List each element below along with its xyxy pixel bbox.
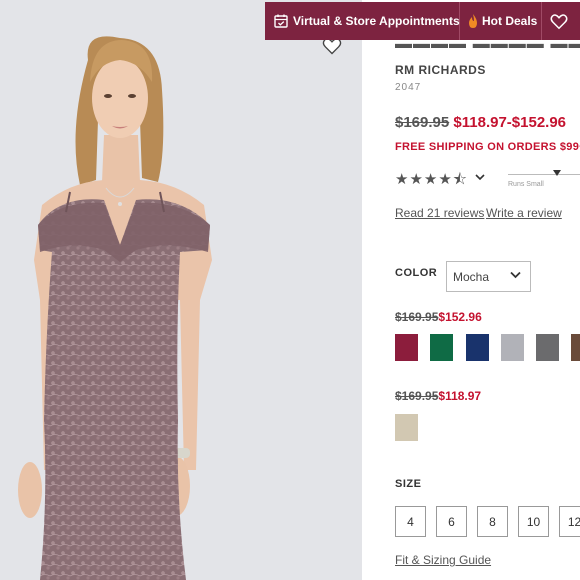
fit-sizing-guide-link[interactable]: Fit & Sizing Guide <box>395 553 491 567</box>
color-dropdown[interactable]: Mocha <box>446 261 531 292</box>
swatch-brown[interactable] <box>571 334 580 361</box>
swatch-group-sale-price: $118.97 <box>438 389 482 403</box>
size-option[interactable]: 12 <box>559 506 580 537</box>
product-info: ▬▬▬▬ ▬▬▬▬ ▬▬ RM RICHARDS 2047 $169.95 $1… <box>395 0 580 580</box>
shipping-promo[interactable]: FREE SHIPPING ON ORDERS $99+ <box>395 141 580 153</box>
chevron-down-icon <box>510 271 521 279</box>
original-price: $169.95 <box>395 114 450 131</box>
size-option[interactable]: 8 <box>477 506 508 537</box>
size-option[interactable]: 4 <box>395 506 426 537</box>
swatch-champagne[interactable] <box>395 414 418 441</box>
star-rating[interactable]: ★★★★⯪ <box>395 169 468 194</box>
price-block: $169.95 $118.97-$152.96 <box>395 114 566 131</box>
size-option[interactable]: 10 <box>518 506 549 537</box>
size-label: SIZE <box>395 478 422 490</box>
product-image[interactable] <box>0 0 362 580</box>
fit-scale-track <box>508 174 580 175</box>
color-dropdown-value: Mocha <box>453 270 490 284</box>
calendar-icon <box>274 14 288 28</box>
sale-price-range: $118.97-$152.96 <box>453 114 567 131</box>
swatch-group-price: $169.95$152.96 <box>395 310 482 324</box>
swatch-group-price: $169.95$118.97 <box>395 389 481 403</box>
write-review-link[interactable]: Write a review <box>486 206 562 220</box>
product-title-clipped: ▬▬▬▬ ▬▬▬▬ ▬▬ <box>395 28 580 48</box>
fit-scale: Runs Small <box>508 170 580 188</box>
swatch-navy[interactable] <box>466 334 489 361</box>
read-reviews-link[interactable]: Read 21 reviews <box>395 206 484 220</box>
swatch-burgundy[interactable] <box>395 334 418 361</box>
model-photo <box>18 36 212 580</box>
swatch-group-original-price: $169.95 <box>395 310 439 324</box>
swatch-charcoal[interactable] <box>536 334 559 361</box>
chevron-down-icon[interactable] <box>475 172 485 184</box>
fit-scale-marker <box>553 170 561 176</box>
product-title-fragment: ▬▬▬▬ ▬▬▬▬ ▬▬ <box>395 34 580 48</box>
swatch-silver[interactable] <box>501 334 524 361</box>
size-option[interactable]: 6 <box>436 506 467 537</box>
fit-scale-label: Runs Small <box>508 181 544 188</box>
style-number: 2047 <box>395 82 422 93</box>
swatch-group-original-price: $169.95 <box>395 389 439 403</box>
color-label: COLOR <box>395 267 438 279</box>
swatch-green[interactable] <box>430 334 453 361</box>
product-page: Virtual & Store Appointments Hot Deals ▬… <box>0 0 580 580</box>
brand-name[interactable]: RM RICHARDS <box>395 63 486 77</box>
swatch-group-sale-price: $152.96 <box>438 310 482 324</box>
